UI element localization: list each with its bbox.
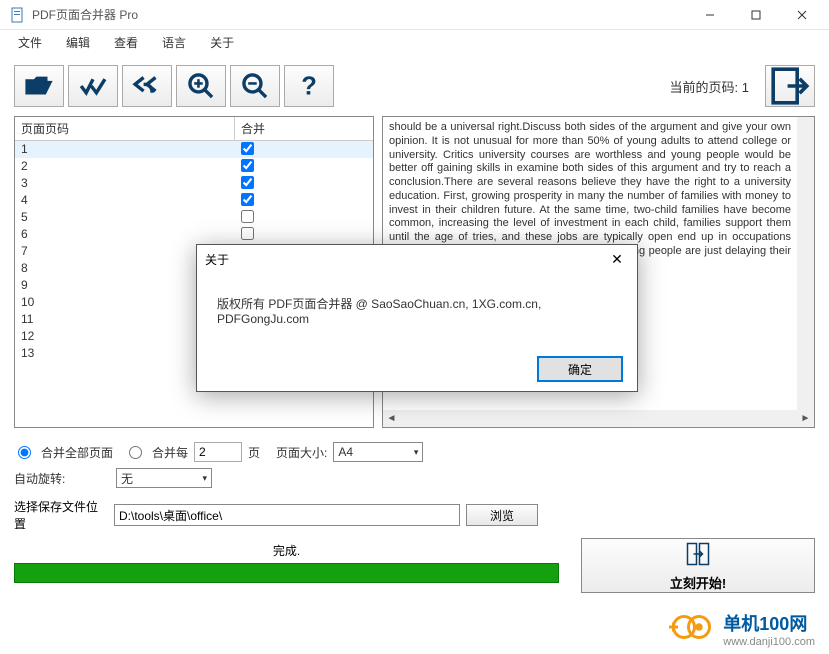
col-page-header[interactable]: 页面页码	[15, 117, 235, 140]
about-dialog: 关于 ✕ 版权所有 PDF页面合并器 @ SaoSaoChuan.cn, 1XG…	[196, 244, 638, 392]
bottom-row: 完成. 立刻开始!	[14, 538, 815, 593]
undo-button[interactable]	[122, 65, 172, 107]
watermark-logo-icon	[669, 612, 717, 647]
scroll-right-icon[interactable]: ►	[797, 413, 814, 424]
save-row: 选择保存文件位置 浏览	[14, 498, 815, 532]
zoom-in-button[interactable]	[176, 65, 226, 107]
table-row[interactable]: 4	[15, 192, 373, 209]
minimize-button[interactable]	[687, 0, 733, 30]
merge-all-radio[interactable]	[18, 446, 31, 459]
close-button[interactable]	[779, 0, 825, 30]
page-size-select[interactable]: A4▾	[333, 442, 423, 462]
page-size-label: 页面大小:	[276, 444, 327, 461]
row-page-num: 1	[15, 141, 235, 158]
scrollbar-vertical[interactable]	[797, 117, 814, 410]
row-page-num: 2	[15, 158, 235, 175]
dialog-title: 关于	[205, 251, 605, 268]
row-merge-checkbox[interactable]	[241, 227, 254, 240]
apply-all-button[interactable]	[68, 65, 118, 107]
merge-options-row: 合并全部页面 合并每 页 页面大小: A4▾	[14, 442, 815, 462]
status-text: 完成.	[14, 538, 559, 563]
row-merge-checkbox[interactable]	[241, 142, 254, 155]
chevron-down-icon: ▾	[414, 447, 419, 458]
table-row[interactable]: 5	[15, 209, 373, 226]
merge-every-label: 合并每	[152, 444, 188, 461]
menu-view[interactable]: 查看	[102, 30, 150, 55]
table-row[interactable]: 1	[15, 141, 373, 158]
row-merge-checkbox[interactable]	[241, 210, 254, 223]
pages-suffix: 页	[248, 444, 260, 461]
menu-about[interactable]: 关于	[198, 30, 246, 55]
row-page-num: 4	[15, 192, 235, 209]
row-page-num: 5	[15, 209, 235, 226]
watermark-url: www.danji100.com	[723, 636, 815, 648]
dialog-ok-button[interactable]: 确定	[537, 356, 623, 382]
scrollbar-horizontal[interactable]: ◄ ►	[383, 410, 814, 427]
window-title: PDF页面合并器 Pro	[32, 6, 687, 23]
menu-lang[interactable]: 语言	[150, 30, 198, 55]
scroll-left-icon[interactable]: ◄	[383, 413, 400, 424]
maximize-button[interactable]	[733, 0, 779, 30]
exit-button[interactable]	[765, 65, 815, 107]
menu-file[interactable]: 文件	[6, 30, 54, 55]
table-row[interactable]: 3	[15, 175, 373, 192]
row-page-num: 6	[15, 226, 235, 243]
merge-every-radio[interactable]	[129, 446, 142, 459]
help-button[interactable]: ?	[284, 65, 334, 107]
menubar: 文件 编辑 查看 语言 关于	[0, 30, 829, 54]
row-page-num: 3	[15, 175, 235, 192]
titlebar: PDF页面合并器 Pro	[0, 0, 829, 30]
dialog-close-button[interactable]: ✕	[605, 251, 629, 268]
table-row[interactable]: 6	[15, 226, 373, 243]
start-button[interactable]: 立刻开始!	[581, 538, 815, 593]
row-merge-checkbox[interactable]	[241, 176, 254, 189]
rotate-row: 自动旋转: 无▾	[14, 468, 815, 488]
row-merge-checkbox[interactable]	[241, 159, 254, 172]
start-icon	[683, 539, 713, 569]
auto-rotate-select[interactable]: 无▾	[116, 468, 212, 488]
open-button[interactable]	[14, 65, 64, 107]
merge-every-input[interactable]	[194, 442, 242, 462]
watermark-name: 单机100网	[723, 610, 815, 636]
merge-all-label: 合并全部页面	[41, 444, 113, 461]
save-path-input[interactable]	[114, 504, 460, 526]
page-indicator: 当前的页码: 1	[670, 77, 749, 96]
progress-bar	[14, 563, 559, 583]
watermark: 单机100网 www.danji100.com	[669, 610, 815, 648]
dialog-body: 版权所有 PDF页面合并器 @ SaoSaoChuan.cn, 1XG.com.…	[197, 273, 637, 347]
chevron-down-icon: ▾	[202, 473, 207, 484]
table-row[interactable]: 2	[15, 158, 373, 175]
app-icon	[10, 7, 26, 23]
start-label: 立刻开始!	[670, 573, 726, 592]
browse-button[interactable]: 浏览	[466, 504, 538, 526]
col-merge-header[interactable]: 合并	[235, 117, 373, 140]
toolbar: ? 当前的页码: 1	[14, 62, 815, 110]
auto-rotate-label: 自动旋转:	[14, 470, 108, 487]
zoom-out-button[interactable]	[230, 65, 280, 107]
menu-edit[interactable]: 编辑	[54, 30, 102, 55]
svg-text:?: ?	[301, 73, 317, 101]
save-location-label: 选择保存文件位置	[14, 498, 108, 532]
row-merge-checkbox[interactable]	[241, 193, 254, 206]
